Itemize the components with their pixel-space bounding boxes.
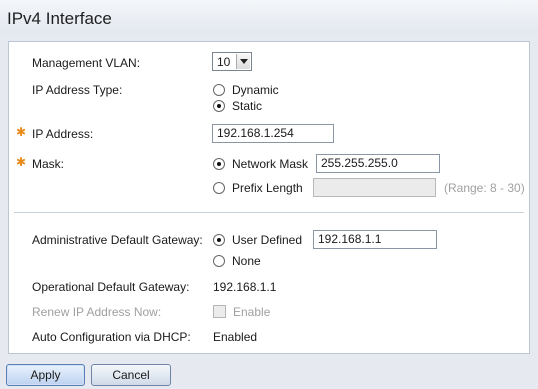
renew-ip-checkbox[interactable] bbox=[213, 305, 226, 318]
renew-ip-label: Renew IP Address Now: bbox=[32, 305, 162, 319]
ip-address-label: IP Address: bbox=[32, 127, 94, 141]
auto-config-value: Enabled bbox=[213, 330, 258, 344]
title-bar: IPv4 Interface bbox=[0, 0, 538, 34]
prefix-length-input[interactable] bbox=[313, 178, 436, 197]
ip-type-dynamic-radio[interactable] bbox=[213, 84, 225, 96]
ip-address-type-label: IP Address Type: bbox=[32, 83, 123, 97]
management-vlan-select[interactable]: 10 bbox=[212, 52, 252, 71]
required-asterisk-icon: ✱ bbox=[16, 125, 27, 139]
apply-button[interactable]: Apply bbox=[6, 364, 85, 386]
user-defined-label: User Defined bbox=[232, 233, 303, 247]
ip-type-dynamic-label: Dynamic bbox=[232, 83, 279, 97]
network-mask-label: Network Mask bbox=[232, 157, 309, 171]
management-vlan-value: 10 bbox=[217, 55, 231, 69]
renew-ip-checkbox-label: Enable bbox=[233, 305, 271, 319]
auto-config-label: Auto Configuration via DHCP: bbox=[32, 330, 191, 344]
operational-gateway-value: 192.168.1.1 bbox=[213, 280, 277, 294]
network-mask-input[interactable]: 255.255.255.0 bbox=[316, 154, 440, 173]
chevron-down-icon[interactable] bbox=[236, 54, 250, 69]
prefix-range-hint: (Range: 8 - 30) bbox=[444, 181, 525, 195]
page-title: IPv4 Interface bbox=[7, 9, 112, 28]
management-vlan-label: Management VLAN: bbox=[32, 56, 141, 70]
gateway-none-label: None bbox=[232, 254, 261, 268]
user-defined-gateway-input[interactable]: 192.168.1.1 bbox=[313, 230, 437, 249]
admin-gateway-label: Administrative Default Gateway: bbox=[32, 233, 203, 247]
user-defined-radio[interactable] bbox=[213, 234, 225, 246]
section-divider bbox=[14, 212, 524, 213]
ip-address-input[interactable]: 192.168.1.254 bbox=[212, 124, 334, 143]
required-asterisk-icon: ✱ bbox=[16, 155, 27, 169]
gateway-none-radio[interactable] bbox=[213, 255, 225, 267]
prefix-length-label: Prefix Length bbox=[232, 181, 303, 195]
mask-label: Mask: bbox=[32, 157, 65, 171]
prefix-length-radio[interactable] bbox=[213, 182, 225, 194]
operational-gateway-label: Operational Default Gateway: bbox=[32, 280, 190, 294]
cancel-button[interactable]: Cancel bbox=[91, 364, 171, 386]
ip-type-static-radio[interactable] bbox=[213, 100, 225, 112]
network-mask-radio[interactable] bbox=[213, 158, 225, 170]
ip-type-static-label: Static bbox=[232, 99, 263, 113]
